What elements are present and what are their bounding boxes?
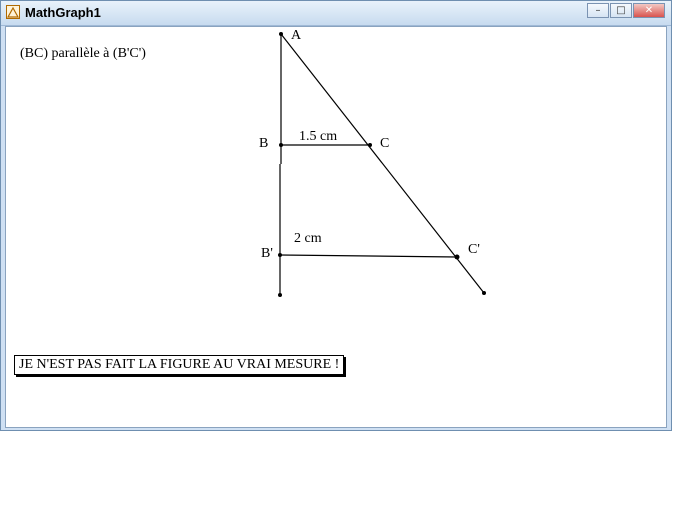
maximize-button[interactable]: □ [610, 3, 632, 18]
window-title: MathGraph1 [25, 5, 101, 20]
point-c[interactable] [368, 143, 372, 147]
drawing-area[interactable]: (BC) parallèle à (B'C') A B C B' C' 1.5 … [5, 26, 667, 428]
parallel-note[interactable]: (BC) parallèle à (B'C') [20, 46, 146, 62]
warning-message-box[interactable]: JE N'EST PAS FAIT LA FIGURE AU VRAI MESU… [14, 355, 345, 375]
title-bar[interactable]: MathGraph1 – □ ✕ [1, 1, 671, 26]
label-point-a[interactable]: A [291, 28, 301, 44]
label-point-c-prime[interactable]: C' [468, 242, 480, 258]
label-point-b[interactable]: B [259, 136, 268, 152]
measure-b-prime-c-prime[interactable]: 2 cm [294, 231, 322, 247]
line-ac-prime[interactable] [280, 33, 485, 294]
point-a[interactable] [279, 32, 283, 36]
app-window: MathGraph1 – □ ✕ (BC) parallèle à (B'C')… [0, 0, 672, 431]
warning-message-text: JE N'EST PAS FAIT LA FIGURE AU VRAI MESU… [19, 357, 340, 372]
mathgraph-app-icon[interactable] [6, 5, 20, 19]
segment-b-prime-c-prime[interactable] [279, 254, 458, 258]
measure-bc[interactable]: 1.5 cm [299, 129, 337, 145]
point-b[interactable] [279, 143, 283, 147]
point-c-prime[interactable] [454, 254, 460, 260]
point-end-oblique[interactable] [482, 291, 486, 295]
label-point-c[interactable]: C [380, 136, 389, 152]
point-b-prime[interactable] [278, 253, 282, 257]
point-end-vertical[interactable] [278, 293, 282, 297]
close-button[interactable]: ✕ [633, 3, 665, 18]
window-controls: – □ ✕ [586, 3, 665, 19]
minimize-button[interactable]: – [587, 3, 609, 18]
label-point-b-prime[interactable]: B' [261, 246, 273, 262]
